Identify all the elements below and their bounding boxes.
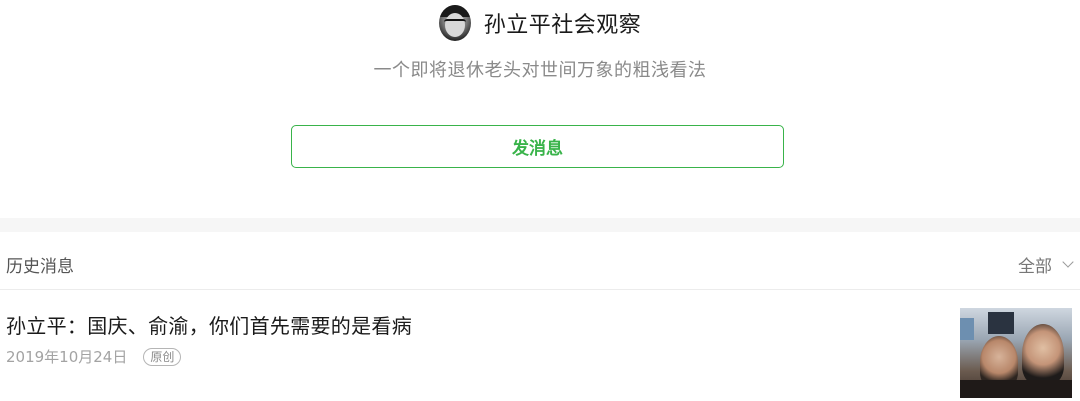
avatar-glasses — [443, 19, 466, 27]
thumbnail-sign — [988, 312, 1014, 334]
history-header: 历史消息 全部 — [0, 232, 1080, 290]
filter-dropdown[interactable]: 全部 — [1018, 252, 1074, 277]
official-account-page: 孙立平社会观察 一个即将退休老头对世间万象的粗浅看法 发消息 历史消息 全部 孙… — [0, 0, 1080, 401]
thumbnail-bottom — [960, 380, 1072, 398]
article-date: 2019年10月24日 — [6, 348, 128, 366]
account-name: 孙立平社会观察 — [483, 13, 642, 38]
account-row: 孙立平社会观察 — [0, 4, 1080, 42]
avatar[interactable] — [438, 5, 471, 41]
article-list-item[interactable]: 孙立平：国庆、俞渝，你们首先需要的是看病 2019年10月24日 原创 — [0, 290, 1080, 401]
chevron-down-icon — [1062, 256, 1074, 268]
history-title: 历史消息 — [6, 257, 74, 277]
original-badge: 原创 — [143, 347, 182, 366]
thumbnail-person-right — [1022, 324, 1064, 384]
article-title[interactable]: 孙立平：国庆、俞渝，你们首先需要的是看病 — [6, 310, 412, 339]
section-divider — [0, 218, 1080, 232]
article-meta: 2019年10月24日 原创 — [6, 346, 182, 367]
article-thumbnail[interactable] — [960, 308, 1072, 398]
thumbnail-sign-left — [960, 318, 974, 340]
filter-label: 全部 — [1018, 257, 1052, 277]
send-message-button[interactable]: 发消息 — [291, 125, 784, 168]
profile-header: 孙立平社会观察 一个即将退休老头对世间万象的粗浅看法 发消息 — [0, 0, 1080, 218]
account-description: 一个即将退休老头对世间万象的粗浅看法 — [373, 60, 707, 81]
